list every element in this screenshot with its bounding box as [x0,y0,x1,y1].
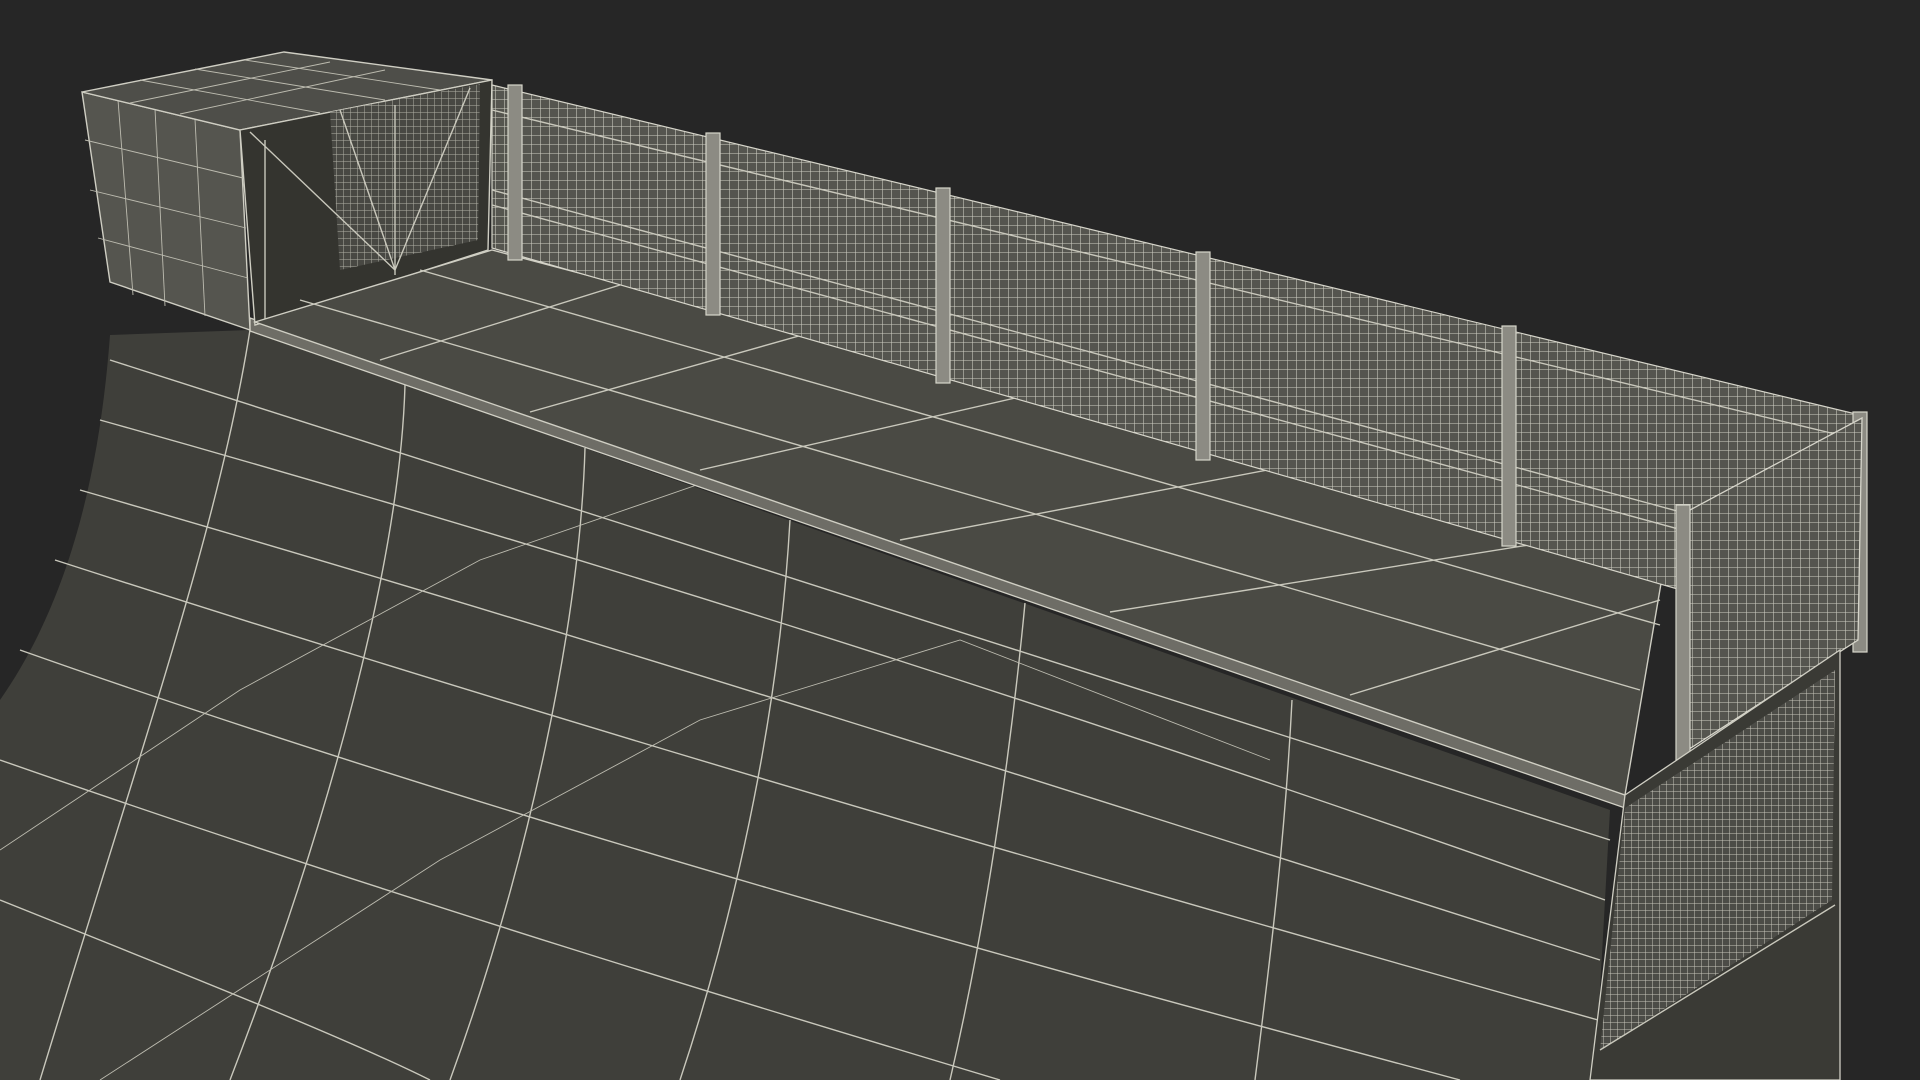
ramp-wireframe-render [0,0,1920,1080]
fence-post [507,84,523,261]
fence-post [705,132,721,316]
fence-post [1195,251,1211,461]
fence-post [935,187,951,384]
fence-post [1501,325,1517,547]
